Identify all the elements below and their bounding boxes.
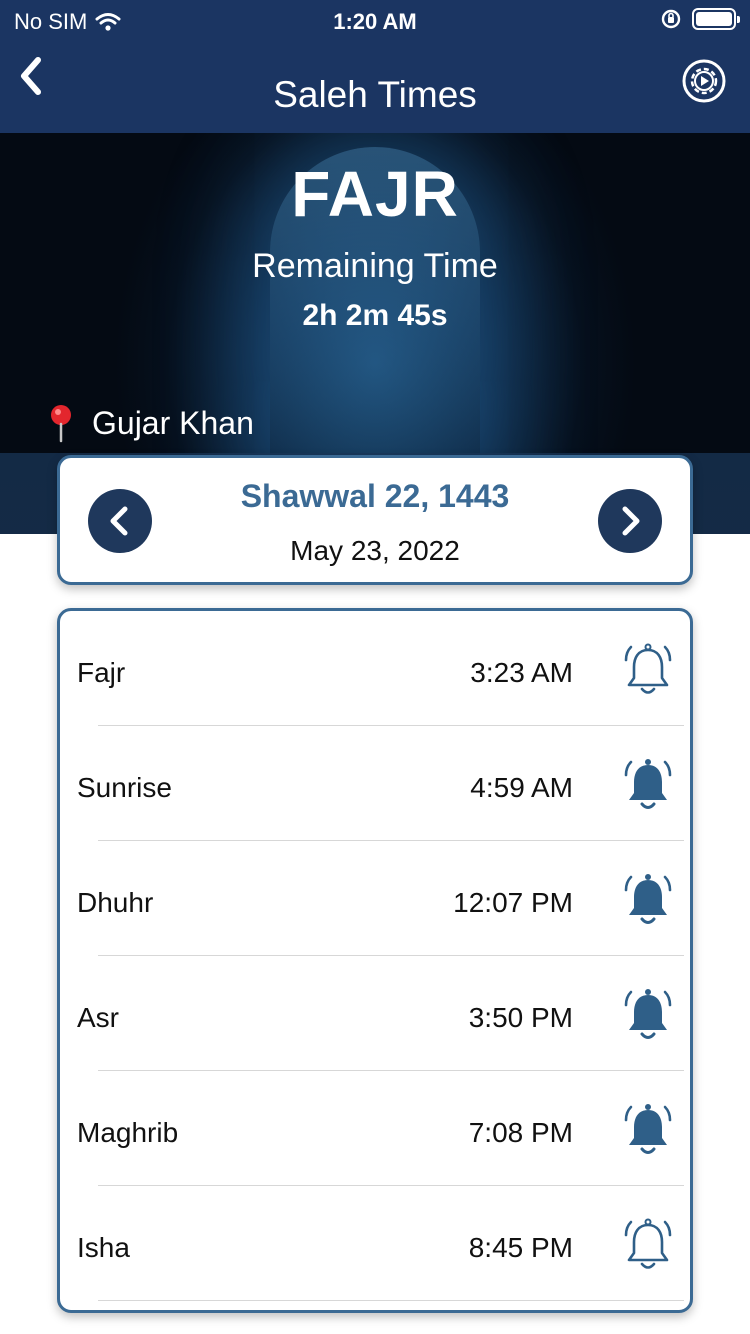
gregorian-date: May 23, 2022 xyxy=(290,535,460,566)
bell-filled-icon xyxy=(624,989,672,1039)
status-time: 1:20 AM xyxy=(333,9,417,34)
bell-filled-icon xyxy=(624,759,672,809)
orientation-lock-icon xyxy=(661,9,681,29)
prayer-time: 12:07 PM xyxy=(453,887,573,918)
prayer-time: 8:45 PM xyxy=(468,1232,573,1263)
settings-button[interactable] xyxy=(681,58,727,104)
prayer-row-isha: Isha 8:45 PM xyxy=(60,1186,690,1301)
prayer-row-asr: Asr 3:50 PM xyxy=(60,956,690,1071)
hijri-date: Shawwal 22, 1443 xyxy=(240,478,510,514)
alarm-toggle-dhuhr[interactable] xyxy=(617,870,679,932)
bell-filled-icon xyxy=(624,1104,672,1154)
prayer-name: Isha xyxy=(77,1232,130,1263)
date-selector: Shawwal 22, 1443 May 23, 2022 xyxy=(57,455,693,585)
page-title: Saleh Times xyxy=(273,74,477,115)
current-prayer-name: FAJR xyxy=(291,158,459,230)
map-pin-icon xyxy=(51,405,71,443)
alarm-toggle-asr[interactable] xyxy=(617,985,679,1047)
prayer-name: Maghrib xyxy=(77,1117,179,1148)
next-day-button[interactable] xyxy=(598,489,662,553)
prayer-time: 7:08 PM xyxy=(468,1117,573,1148)
prayer-name: Sunrise xyxy=(77,772,172,803)
prayer-name: Fajr xyxy=(77,657,126,688)
prayer-row-fajr: Fajr 3:23 AM xyxy=(60,611,690,726)
alarm-toggle-fajr[interactable] xyxy=(617,640,679,702)
prayer-time: 3:50 PM xyxy=(468,1002,573,1033)
chevron-right-icon xyxy=(622,506,640,536)
alarm-toggle-isha[interactable] xyxy=(617,1215,679,1277)
remaining-time-label: Remaining Time xyxy=(252,247,498,285)
bell-outline-icon xyxy=(624,1218,672,1269)
prayer-time: 4:59 AM xyxy=(470,772,573,803)
alarm-toggle-maghrib[interactable] xyxy=(617,1100,679,1162)
gear-play-icon xyxy=(682,59,726,103)
prayer-name: Asr xyxy=(77,1002,119,1033)
prayer-row-maghrib: Maghrib 7:08 PM xyxy=(60,1071,690,1186)
prayer-row-sunrise: Sunrise 4:59 AM xyxy=(60,726,690,841)
remaining-time-value: 2h 2m 45s xyxy=(302,299,448,332)
battery-icon xyxy=(692,8,740,30)
status-bar: No SIM 1:20 AM xyxy=(0,0,750,40)
location[interactable]: Gujar Khan xyxy=(46,403,254,443)
bell-filled-icon xyxy=(624,874,672,924)
prayer-row-dhuhr: Dhuhr 12:07 PM xyxy=(60,841,690,956)
nav-header: No SIM 1:20 AM Saleh Times xyxy=(0,0,750,133)
prayer-time: 3:23 AM xyxy=(470,657,573,688)
prayer-times-list: Fajr 3:23 AM Sunrise 4:59 AM Dhuhr 12:07… xyxy=(57,608,693,1313)
alarm-toggle-sunrise[interactable] xyxy=(617,755,679,817)
status-right xyxy=(660,8,740,30)
prayer-name: Dhuhr xyxy=(77,887,154,918)
bell-outline-icon xyxy=(624,643,672,694)
location-label: Gujar Khan xyxy=(92,404,254,441)
